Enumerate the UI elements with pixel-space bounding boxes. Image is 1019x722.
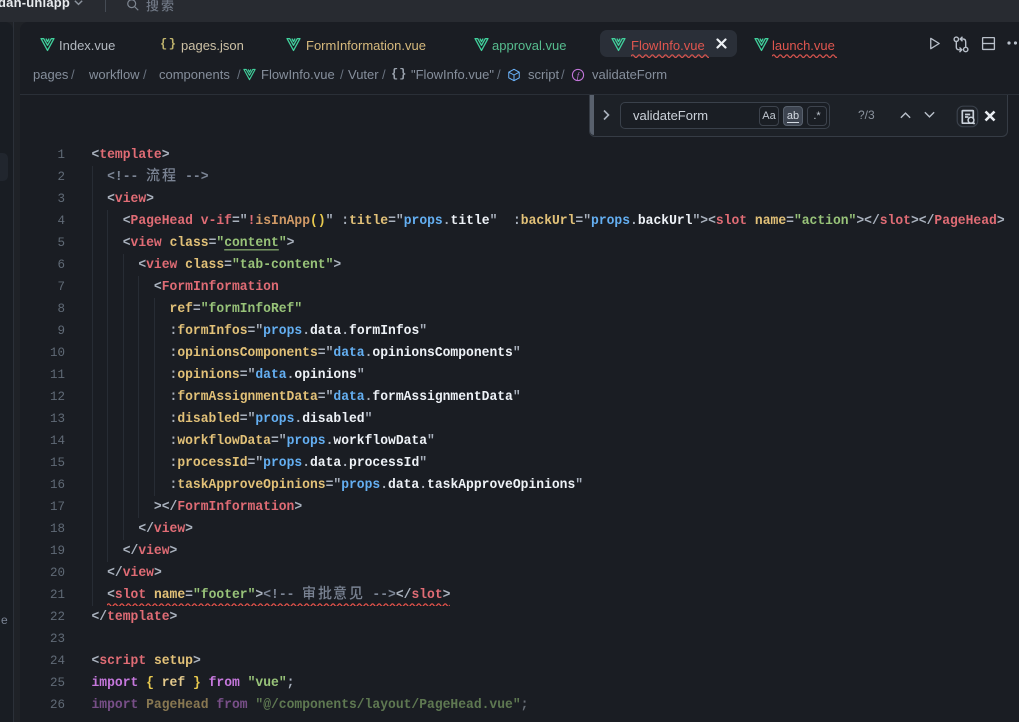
svg-text:f: f bbox=[577, 71, 581, 80]
